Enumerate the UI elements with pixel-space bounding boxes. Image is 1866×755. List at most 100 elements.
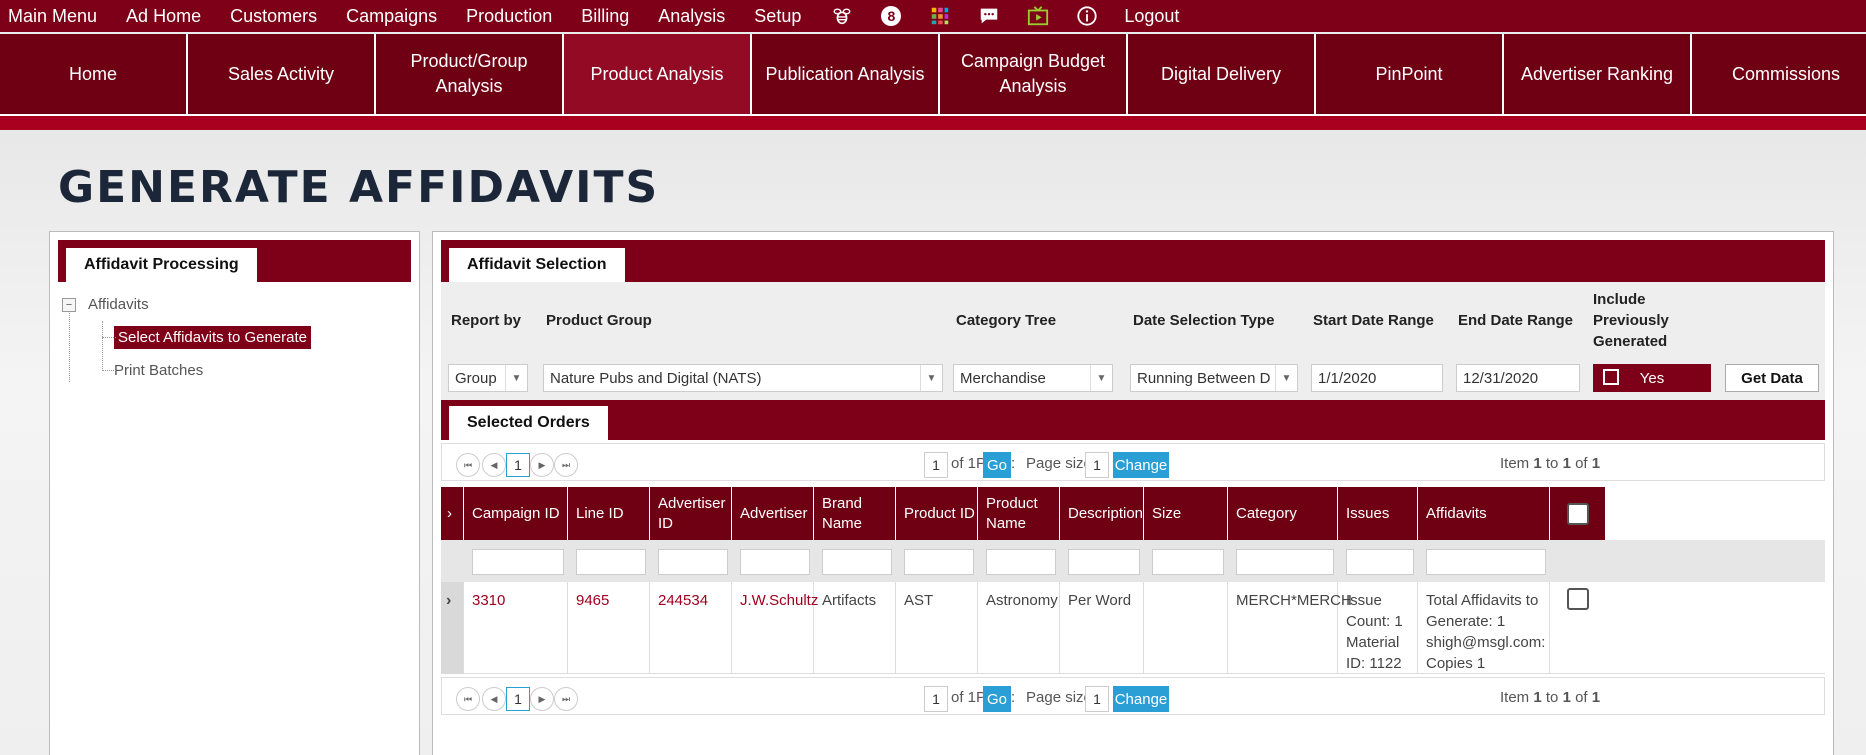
change-button[interactable]: Change <box>1113 452 1169 478</box>
tab-selected-orders[interactable]: Selected Orders <box>449 406 608 440</box>
go-button[interactable]: Go <box>983 452 1011 478</box>
bee-icon[interactable] <box>830 4 854 28</box>
checkbox-icon[interactable] <box>1603 369 1619 385</box>
page-input[interactable]: 1 <box>924 686 948 712</box>
col-issues[interactable]: Issues <box>1338 487 1418 540</box>
tab-product-group-analysis[interactable]: Product/Group Analysis <box>376 34 564 114</box>
filter-line-id[interactable] <box>576 549 646 575</box>
page-input[interactable]: 1 <box>924 452 948 478</box>
filter-advertiser[interactable] <box>740 549 810 575</box>
next-page-icon[interactable]: ▶ <box>530 687 554 711</box>
last-page-icon[interactable]: ⏭ <box>554 687 578 711</box>
filter-campaign-id[interactable] <box>472 549 564 575</box>
category-tree-select[interactable]: Merchandise ▼ <box>953 364 1113 392</box>
col-brand-name[interactable]: Brand Name <box>814 487 896 540</box>
go-button[interactable]: Go <box>983 686 1011 712</box>
chevron-down-icon[interactable]: ▼ <box>1275 365 1297 391</box>
current-page-number[interactable]: 1 <box>506 687 530 711</box>
filter-product-id[interactable] <box>904 549 974 575</box>
filter-size[interactable] <box>1152 549 1224 575</box>
col-advertiser[interactable]: Advertiser <box>732 487 814 540</box>
product-group-value: Nature Pubs and Digital (NATS) <box>550 369 762 387</box>
end-date-input[interactable]: 12/31/2020 <box>1456 364 1580 392</box>
video-icon[interactable] <box>1026 4 1050 28</box>
tab-campaign-budget-analysis[interactable]: Campaign Budget Analysis <box>940 34 1128 114</box>
item-to: 1 <box>1562 455 1571 472</box>
include-previously-generated-toggle[interactable]: Yes <box>1593 364 1711 392</box>
row-checkbox[interactable] <box>1566 588 1589 610</box>
label-report-by: Report by <box>451 312 522 329</box>
menu-billing[interactable]: Billing <box>581 6 629 27</box>
col-category[interactable]: Category <box>1228 487 1338 540</box>
first-page-icon[interactable]: ⏮ <box>456 687 480 711</box>
col-affidavits[interactable]: Affidavits <box>1418 487 1550 540</box>
tab-digital-delivery[interactable]: Digital Delivery <box>1128 34 1316 114</box>
tab-pinpoint[interactable]: PinPoint <box>1316 34 1504 114</box>
next-page-icon[interactable]: ▶ <box>530 453 554 477</box>
expand-row-icon[interactable]: › <box>441 582 464 674</box>
tab-commissions[interactable]: Commissions <box>1692 34 1866 114</box>
apps-grid-icon[interactable] <box>928 4 952 28</box>
prev-page-icon[interactable]: ◀ <box>482 453 506 477</box>
menu-main-menu[interactable]: Main Menu <box>8 6 97 27</box>
product-group-select[interactable]: Nature Pubs and Digital (NATS) ▼ <box>543 364 943 392</box>
cell-advertiser[interactable]: J.W.Schultz <box>732 582 818 674</box>
tab-product-analysis[interactable]: Product Analysis <box>564 34 752 114</box>
tab-home[interactable]: Home <box>0 34 188 114</box>
filter-category[interactable] <box>1236 549 1334 575</box>
label-start-date: Start Date Range <box>1313 312 1434 329</box>
tree-row-print: Print Batches <box>62 354 311 387</box>
col-advertiser-id[interactable]: Advertiser ID <box>650 487 732 540</box>
tree-root-affidavits[interactable]: Affidavits <box>88 296 149 313</box>
select-all-checkbox[interactable] <box>1566 502 1589 525</box>
menu-ad-home[interactable]: Ad Home <box>126 6 201 27</box>
chat-icon[interactable] <box>977 4 1001 28</box>
page-size-input[interactable]: 1 <box>1085 686 1109 712</box>
filter-affidavits[interactable] <box>1426 549 1546 575</box>
last-page-icon[interactable]: ⏭ <box>554 453 578 477</box>
info-icon[interactable] <box>1075 4 1099 28</box>
filter-description[interactable] <box>1068 549 1140 575</box>
filter-brand-name[interactable] <box>822 549 892 575</box>
tab-affidavit-selection[interactable]: Affidavit Selection <box>449 248 625 282</box>
filter-advertiser-id[interactable] <box>658 549 728 575</box>
start-date-input[interactable]: 1/1/2020 <box>1311 364 1443 392</box>
pager-top: ⏮ ◀ 1 ▶ ⏭ Page: 1 of 1 Go Page size: 1 C… <box>441 443 1825 481</box>
tree-item-print-batches[interactable]: Print Batches <box>114 362 203 379</box>
menu-setup[interactable]: Setup <box>754 6 801 27</box>
col-product-name[interactable]: Product Name <box>978 487 1060 540</box>
tab-publication-analysis[interactable]: Publication Analysis <box>752 34 940 114</box>
menu-customers[interactable]: Customers <box>230 6 317 27</box>
prev-page-icon[interactable]: ◀ <box>482 687 506 711</box>
chevron-down-icon[interactable]: ▼ <box>920 365 942 391</box>
cell-line-id[interactable]: 9465 <box>568 582 650 674</box>
col-line-id[interactable]: Line ID <box>568 487 650 540</box>
collapse-icon[interactable]: − <box>62 297 76 312</box>
current-page-number[interactable]: 1 <box>506 453 530 477</box>
menu-analysis[interactable]: Analysis <box>658 6 725 27</box>
chevron-down-icon[interactable]: ▼ <box>1090 365 1112 391</box>
get-data-button[interactable]: Get Data <box>1725 364 1819 392</box>
tree-item-select-affidavits[interactable]: Select Affidavits to Generate <box>114 326 312 349</box>
cell-campaign-id[interactable]: 3310 <box>464 582 568 674</box>
chevron-down-icon[interactable]: ▼ <box>505 365 527 391</box>
page-size-input[interactable]: 1 <box>1085 452 1109 478</box>
filter-product-name[interactable] <box>986 549 1056 575</box>
first-page-icon[interactable]: ⏮ <box>456 453 480 477</box>
change-button[interactable]: Change <box>1113 686 1169 712</box>
col-size[interactable]: Size <box>1144 487 1228 540</box>
filter-issues[interactable] <box>1346 549 1414 575</box>
menu-campaigns[interactable]: Campaigns <box>346 6 437 27</box>
report-by-select[interactable]: Group ▼ <box>448 364 528 392</box>
notification-badge[interactable]: 8 <box>879 4 903 28</box>
tab-sales-activity[interactable]: Sales Activity <box>188 34 376 114</box>
col-campaign-id[interactable]: Campaign ID <box>464 487 568 540</box>
menu-logout[interactable]: Logout <box>1124 6 1179 27</box>
date-selection-type-select[interactable]: Running Between D ▼ <box>1130 364 1298 392</box>
tab-advertiser-ranking[interactable]: Advertiser Ranking <box>1504 34 1692 114</box>
cell-advertiser-id[interactable]: 244534 <box>650 582 732 674</box>
menu-production[interactable]: Production <box>466 6 552 27</box>
col-description[interactable]: Description <box>1060 487 1144 540</box>
tab-affidavit-processing[interactable]: Affidavit Processing <box>66 248 257 282</box>
col-product-id[interactable]: Product ID <box>896 487 978 540</box>
